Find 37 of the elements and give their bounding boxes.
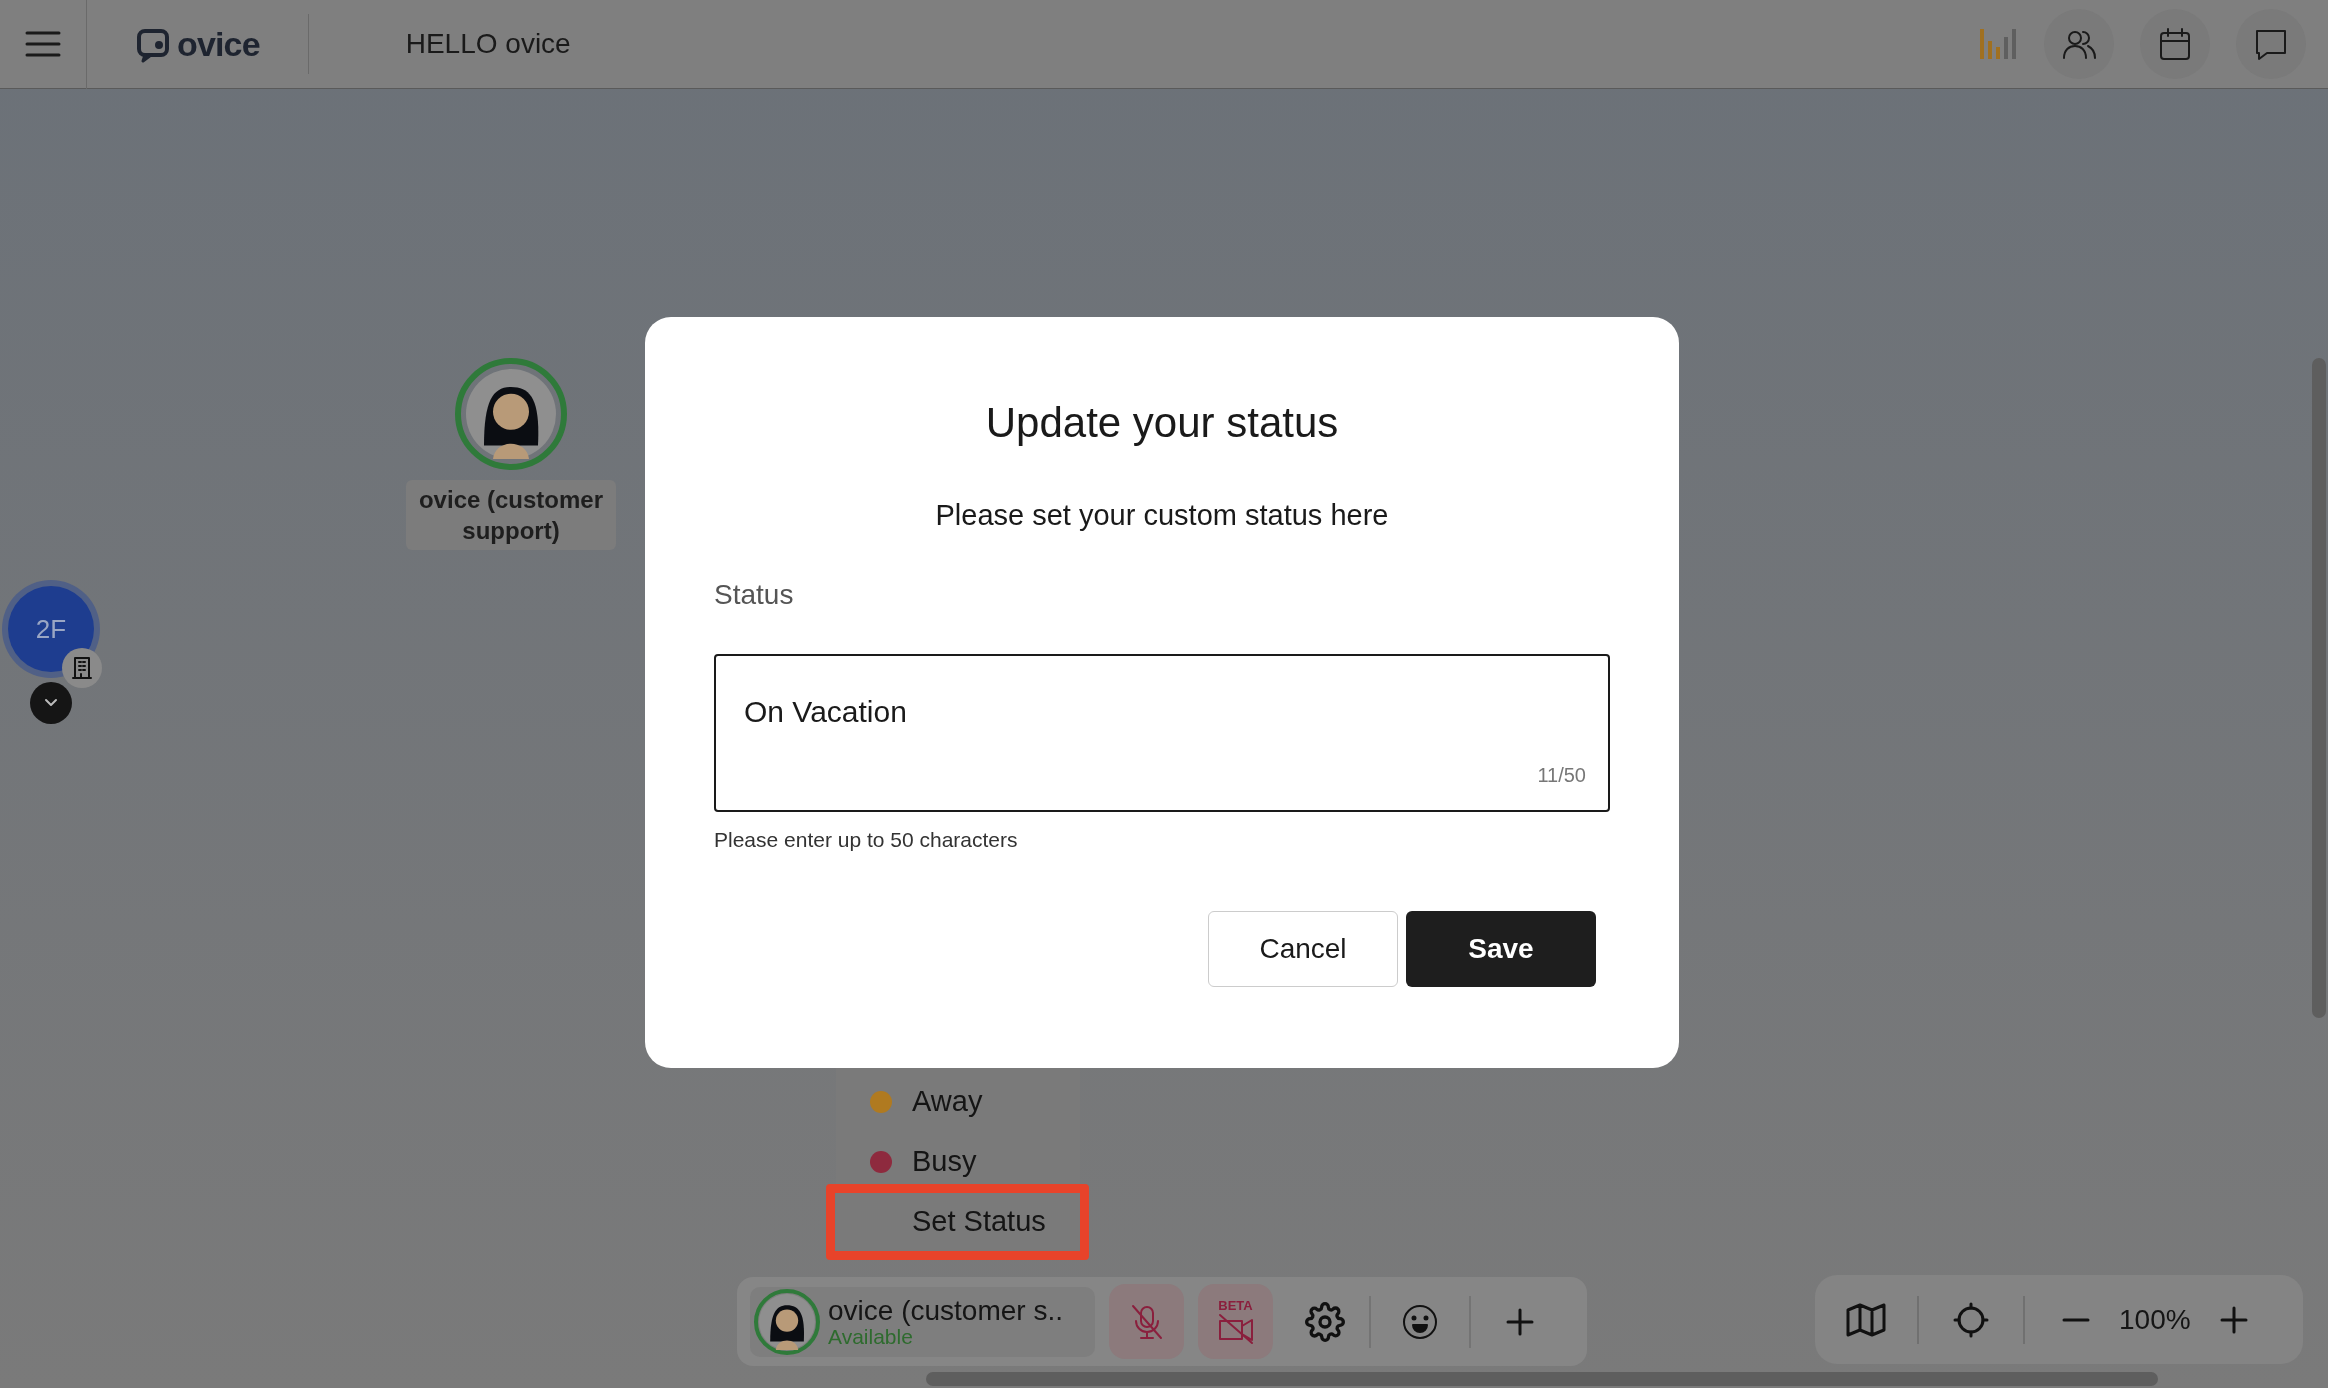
user-name: ovice (customer s.. <box>828 1295 1063 1326</box>
building-icon <box>71 656 93 680</box>
beta-label: BETA <box>1218 1298 1253 1313</box>
calendar-icon[interactable] <box>2157 26 2193 62</box>
zoom-in-icon[interactable] <box>2218 1304 2249 1335</box>
vertical-scrollbar[interactable] <box>2312 358 2326 1018</box>
profile-chip[interactable]: ovice (customer s.. Available <box>750 1286 1095 1357</box>
mute-button[interactable] <box>1109 1284 1184 1359</box>
map-icon[interactable] <box>1845 1301 1887 1338</box>
floor-dropdown-button[interactable] <box>30 682 72 724</box>
menu-item[interactable]: Away <box>912 1080 983 1124</box>
room-title: HELLO ovice <box>405 27 571 61</box>
plus-icon[interactable] <box>1505 1306 1535 1337</box>
zoom-level: 100% <box>2119 1302 2191 1337</box>
menu-icon[interactable] <box>24 29 62 59</box>
character-counter: 11/50 <box>1537 762 1586 788</box>
settings-icon[interactable] <box>1305 1301 1345 1342</box>
logo-text: ovice <box>177 23 260 65</box>
person-silhouette-icon <box>466 369 556 459</box>
camera-button[interactable]: BETA <box>1198 1284 1273 1359</box>
floor-label: 2F <box>35 612 67 646</box>
menu-item[interactable]: Set Status <box>912 1200 1046 1244</box>
horizontal-scrollbar[interactable] <box>926 1372 2158 1386</box>
helper-text: Please enter up to 50 characters <box>714 826 1019 853</box>
chevron-down-icon <box>43 698 59 708</box>
crosshair-icon[interactable] <box>1953 1301 1989 1338</box>
user-status: Available <box>828 1325 913 1348</box>
field-label: Status <box>714 577 795 612</box>
dialog-subtitle: Please set your custom status here <box>935 498 1389 533</box>
smiley-icon[interactable] <box>1401 1302 1439 1341</box>
signal-icon <box>1978 27 2018 61</box>
dialog-title: Update your status <box>985 398 1339 448</box>
user-name-label: ovice (customer support) <box>406 480 616 550</box>
avatar[interactable] <box>455 358 567 470</box>
cancel-button[interactable]: Cancel <box>1208 911 1398 987</box>
save-button[interactable]: Save <box>1406 911 1596 987</box>
menu-item[interactable]: Busy <box>912 1140 977 1184</box>
